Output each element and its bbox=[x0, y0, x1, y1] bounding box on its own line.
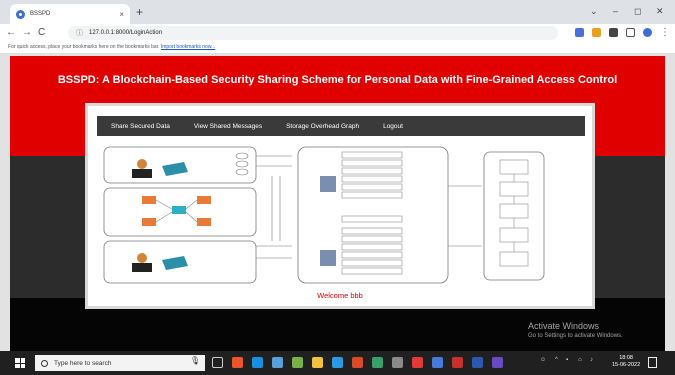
task-view-icon[interactable] bbox=[212, 357, 223, 368]
extension-box-icon[interactable] bbox=[592, 28, 601, 37]
site-favicon-icon bbox=[16, 9, 25, 19]
app-icon-13[interactable] bbox=[472, 357, 483, 368]
browser-toolbar: ← → C ⓘ 127.0.0.1:8000/LoginAction ⋮ bbox=[0, 24, 675, 42]
edge-icon[interactable] bbox=[252, 357, 263, 368]
minimize-button[interactable]: – bbox=[613, 5, 618, 17]
app-icon-12[interactable] bbox=[452, 357, 463, 368]
taskbar-search-box[interactable]: Type here to search bbox=[35, 355, 205, 371]
extension-shield-icon[interactable] bbox=[575, 28, 584, 37]
bookmarks-hint: For quick access, place your bookmarks h… bbox=[8, 44, 160, 50]
back-button[interactable]: ← bbox=[6, 27, 16, 39]
app-icon-7[interactable] bbox=[352, 357, 363, 368]
menu-storage-overhead-graph[interactable]: Storage Overhead Graph bbox=[286, 123, 359, 130]
profile-avatar-icon[interactable] bbox=[643, 28, 652, 37]
tab-strip: BSSPD × + ⌄ – ◻ ✕ bbox=[0, 0, 675, 24]
bookmarks-bar: For quick access, place your bookmarks h… bbox=[0, 42, 675, 54]
new-tab-button[interactable]: + bbox=[136, 5, 143, 19]
address-bar[interactable]: ⓘ 127.0.0.1:8000/LoginAction bbox=[68, 26, 558, 40]
extensions-puzzle-icon[interactable] bbox=[609, 28, 618, 37]
app-icon-14[interactable] bbox=[492, 357, 503, 368]
reload-button[interactable]: C bbox=[38, 27, 45, 39]
page-viewport: BSSPD: A Blockchain-Based Security Shari… bbox=[0, 54, 675, 351]
activate-subtitle: Go to Settings to activate Windows. bbox=[528, 333, 623, 339]
activate-windows-watermark: Activate Windows Go to Settings to activ… bbox=[528, 321, 623, 339]
tray-chevron-icon[interactable]: ^ bbox=[555, 357, 558, 363]
page-title: BSSPD: A Blockchain-Based Security Shari… bbox=[57, 74, 618, 86]
menu-view-shared-messages[interactable]: View Shared Messages bbox=[194, 123, 262, 130]
app-icon-8[interactable] bbox=[372, 357, 383, 368]
pdf-icon[interactable] bbox=[412, 357, 423, 368]
architecture-diagram-image bbox=[102, 146, 580, 285]
chrome-icon[interactable] bbox=[332, 357, 343, 368]
sidepanel-icon[interactable] bbox=[626, 28, 635, 37]
clock-time: 18:08 bbox=[619, 355, 633, 361]
app-icon-9[interactable] bbox=[392, 357, 403, 368]
notification-icon[interactable] bbox=[648, 357, 657, 368]
tray-app-icon[interactable]: ▪ bbox=[566, 357, 568, 363]
tab-close-icon[interactable]: × bbox=[119, 10, 124, 19]
close-window-button[interactable]: ✕ bbox=[656, 5, 664, 17]
menu-kebab-icon[interactable]: ⋮ bbox=[660, 27, 670, 39]
maximize-button[interactable]: ◻ bbox=[634, 5, 641, 17]
forward-button[interactable]: → bbox=[22, 27, 32, 39]
tab-search-icon[interactable]: ⌄ bbox=[590, 5, 598, 17]
tab-title: BSSPD bbox=[30, 11, 51, 17]
taskbar-clock[interactable]: 18:08 15-06-2022 bbox=[612, 355, 640, 369]
windows-start-icon[interactable] bbox=[15, 358, 25, 368]
taskbar: Type here to search 🎙 ☺ ^ ▪ ⌂ ♪ 18:08 15… bbox=[0, 351, 675, 375]
nav-menu: Share Secured Data View Shared Messages … bbox=[97, 116, 585, 136]
file-explorer-icon[interactable] bbox=[312, 357, 323, 368]
menu-share-secured-data[interactable]: Share Secured Data bbox=[111, 123, 170, 130]
app-icon-11[interactable] bbox=[432, 357, 443, 368]
app-icon-4[interactable] bbox=[292, 357, 303, 368]
menu-logout[interactable]: Logout bbox=[383, 123, 403, 130]
import-bookmarks-link[interactable]: Import bookmarks now... bbox=[161, 44, 215, 50]
clock-date: 15-06-2022 bbox=[612, 362, 641, 368]
app-icon-1[interactable] bbox=[232, 357, 243, 368]
site-info-icon[interactable]: ⓘ bbox=[76, 28, 83, 38]
search-placeholder: Type here to search bbox=[54, 359, 112, 367]
content-card: Share Secured Data View Shared Messages … bbox=[85, 103, 595, 309]
network-icon[interactable]: ⌂ bbox=[578, 357, 582, 363]
browser-tab[interactable]: BSSPD × bbox=[10, 4, 130, 24]
welcome-message: Welcome bbb bbox=[317, 291, 363, 300]
activate-title: Activate Windows bbox=[528, 321, 600, 331]
search-circle-icon bbox=[41, 359, 48, 367]
people-icon[interactable]: ☺ bbox=[540, 357, 546, 363]
app-icon-3[interactable] bbox=[272, 357, 283, 368]
volume-icon[interactable]: ♪ bbox=[590, 357, 593, 363]
microphone-icon[interactable]: 🎙 bbox=[190, 356, 200, 365]
address-url: 127.0.0.1:8000/LoginAction bbox=[89, 30, 163, 36]
